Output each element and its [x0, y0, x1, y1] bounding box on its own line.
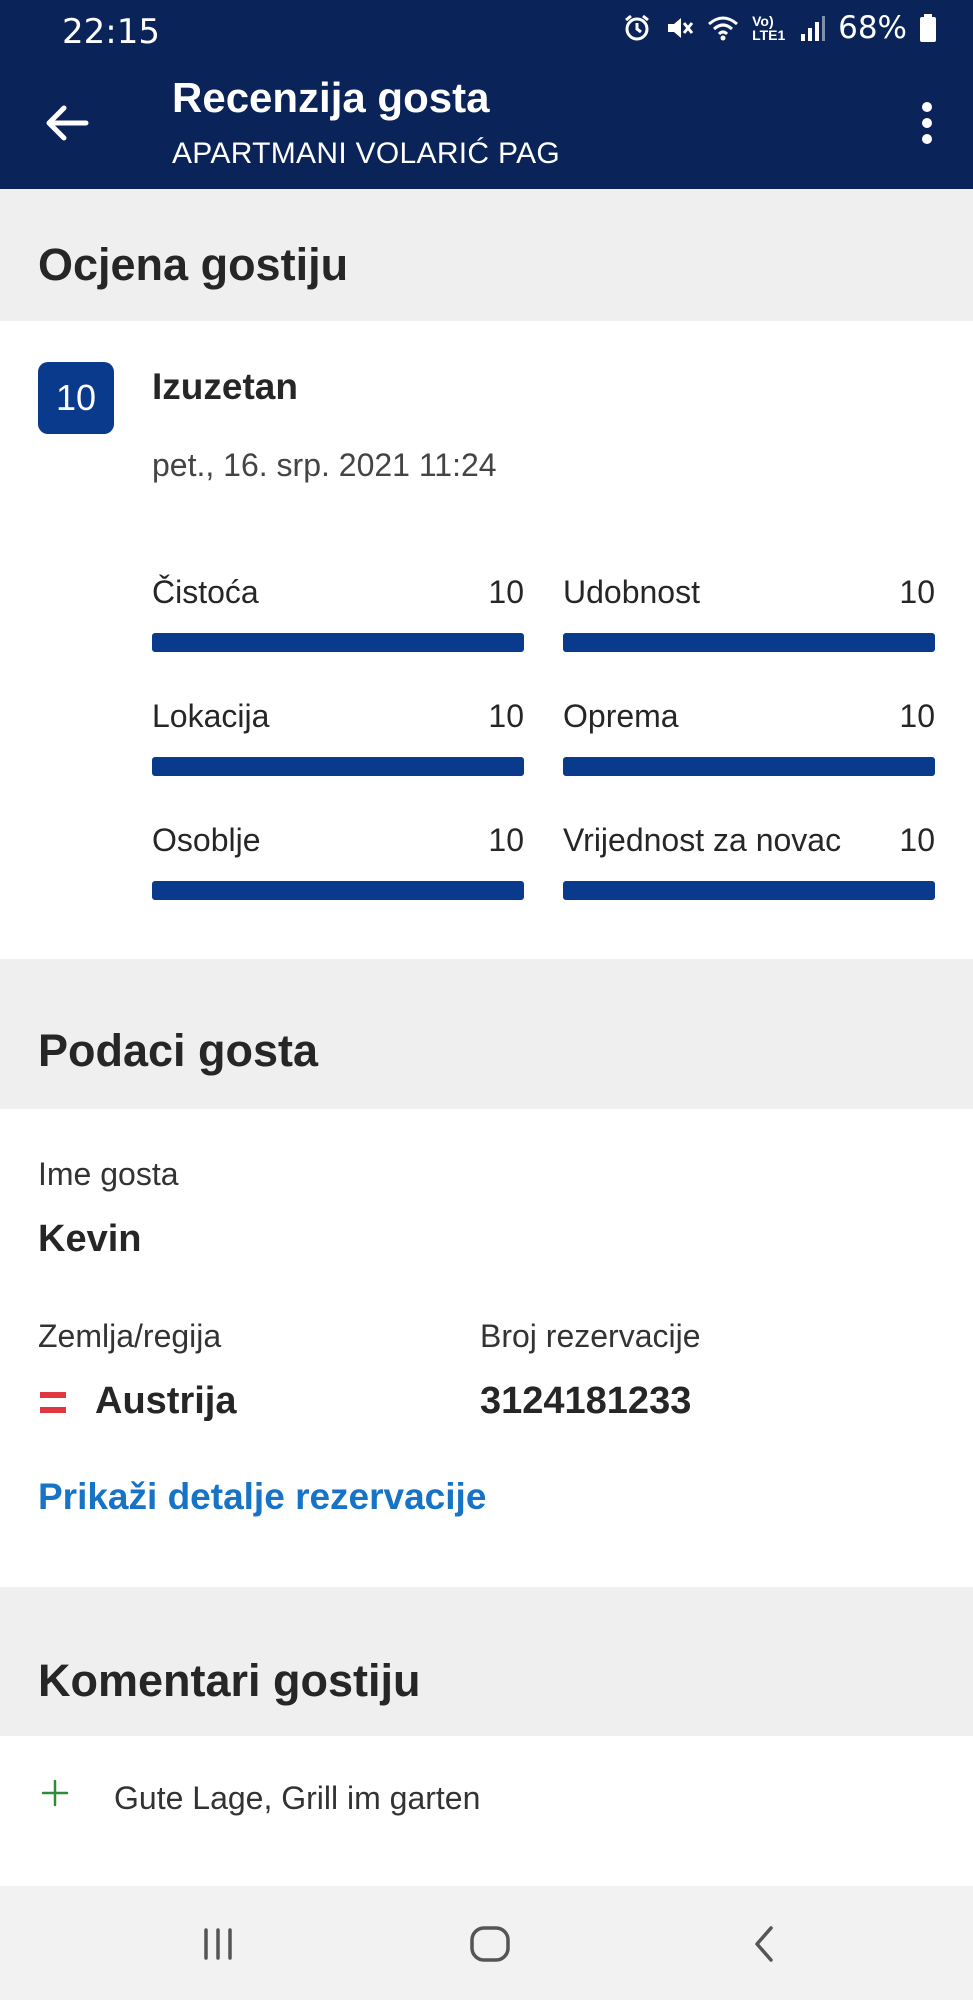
- booking-number-label: Broj rezervacije: [480, 1318, 701, 1354]
- country-value: Austrija: [95, 1380, 237, 1422]
- category-bar-fill: [152, 881, 524, 900]
- category-bar-fill: [563, 633, 935, 652]
- category-bar: [563, 881, 935, 900]
- plus-icon: [41, 1779, 69, 1807]
- category-value: 10: [899, 574, 935, 610]
- status-icons: Vo) LTE1 68%: [622, 10, 937, 46]
- category-bar: [563, 757, 935, 776]
- battery-percentage: 68%: [838, 10, 907, 46]
- category-name: Udobnost: [563, 574, 700, 610]
- review-date: pet., 16. srp. 2021 11:24: [152, 447, 497, 483]
- austria-flag-icon: [40, 1392, 66, 1413]
- category-facilities: Oprema 10: [563, 698, 935, 798]
- category-bar: [563, 633, 935, 652]
- system-navigation-bar: [0, 1886, 973, 2000]
- score-label: Izuzetan: [152, 366, 298, 407]
- guest-name-value: Kevin: [38, 1218, 142, 1260]
- property-name: APARTMANI VOLARIĆ PAG: [172, 137, 561, 170]
- mute-icon: [664, 13, 694, 43]
- show-booking-details-link[interactable]: Prikaži detalje rezervacije: [38, 1476, 486, 1518]
- guest-heading: Podaci gosta: [38, 1025, 319, 1076]
- guest-section-header: Podaci gosta: [0, 959, 973, 1109]
- category-value: 10: [899, 822, 935, 858]
- category-name: Lokacija: [152, 698, 270, 734]
- category-value-for-money: Vrijednost za novac 10: [563, 822, 935, 922]
- positive-comment: Gute Lage, Grill im garten: [114, 1780, 481, 1816]
- comments-heading: Komentari gostiju: [38, 1655, 421, 1706]
- rating-heading: Ocjena gostiju: [38, 239, 349, 290]
- category-bar: [152, 881, 524, 900]
- rating-section-header: Ocjena gostiju: [0, 189, 973, 321]
- category-bar-fill: [152, 757, 524, 776]
- category-cleanliness: Čistoća 10: [152, 574, 524, 674]
- home-icon: [470, 1926, 510, 1962]
- recents-button[interactable]: [188, 1916, 248, 1972]
- category-bar: [152, 757, 524, 776]
- more-options-button[interactable]: [919, 100, 935, 146]
- arrow-left-icon: [46, 105, 89, 141]
- comments-section-header: Komentari gostiju: [0, 1587, 973, 1736]
- category-comfort: Udobnost 10: [563, 574, 935, 674]
- category-name: Vrijednost za novac: [563, 822, 842, 858]
- alarm-icon: [622, 13, 652, 43]
- category-value: 10: [488, 822, 524, 858]
- booking-number-value: 3124181233: [480, 1380, 692, 1422]
- guest-name-label: Ime gosta: [38, 1156, 179, 1192]
- page-title: Recenzija gosta: [172, 74, 490, 121]
- category-bar-fill: [563, 757, 935, 776]
- category-name: Osoblje: [152, 822, 261, 858]
- network-label: Vo) LTE1: [752, 13, 786, 43]
- wifi-icon: [706, 13, 740, 43]
- category-value: 10: [488, 574, 524, 610]
- category-bar-fill: [152, 633, 524, 652]
- category-location: Lokacija 10: [152, 698, 524, 798]
- score-badge: 10: [38, 362, 114, 434]
- category-name: Čistoća: [152, 574, 259, 610]
- status-time: 22:15: [62, 12, 160, 52]
- category-value: 10: [899, 698, 935, 734]
- category-staff: Osoblje 10: [152, 822, 524, 922]
- system-back-button[interactable]: [734, 1916, 794, 1972]
- recents-icon: [204, 1928, 232, 1960]
- more-vertical-icon: [922, 102, 932, 144]
- back-button[interactable]: [42, 98, 92, 148]
- home-button[interactable]: [460, 1916, 520, 1972]
- chevron-left-icon: [755, 1926, 773, 1962]
- signal-icon: [800, 14, 826, 42]
- category-value: 10: [488, 698, 524, 734]
- battery-icon: [919, 13, 937, 43]
- country-label: Zemlja/regija: [38, 1318, 222, 1354]
- category-bar: [152, 633, 524, 652]
- app-header: 22:15 Vo) LTE1 68% Recenzija gosta APART…: [0, 0, 973, 189]
- category-name: Oprema: [563, 698, 679, 734]
- category-bar-fill: [563, 881, 935, 900]
